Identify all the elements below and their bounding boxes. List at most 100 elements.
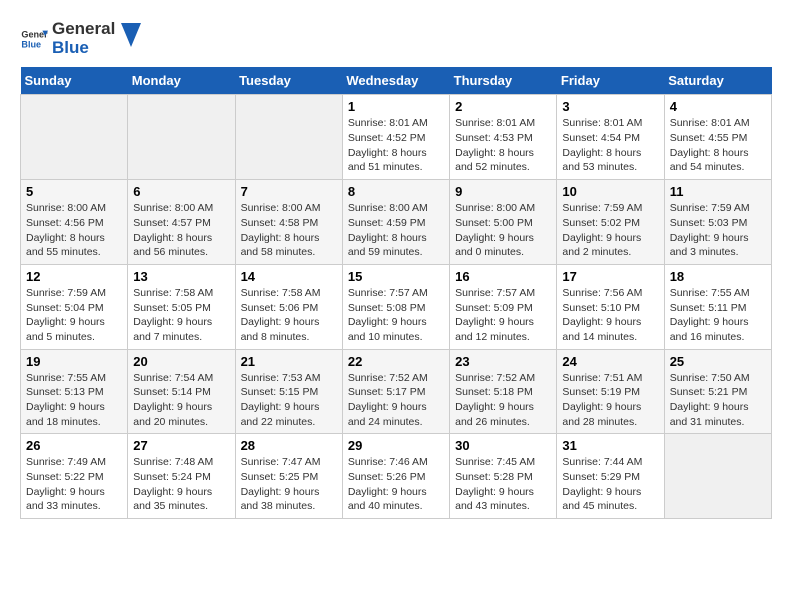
day-info: Sunrise: 7:54 AM Sunset: 5:14 PM Dayligh… [133, 371, 229, 430]
day-number: 4 [670, 99, 766, 114]
day-number: 1 [348, 99, 444, 114]
day-header-friday: Friday [557, 67, 664, 95]
logo: General Blue General Blue [20, 20, 141, 57]
day-header-monday: Monday [128, 67, 235, 95]
day-info: Sunrise: 7:52 AM Sunset: 5:18 PM Dayligh… [455, 371, 551, 430]
day-number: 17 [562, 269, 658, 284]
day-info: Sunrise: 7:57 AM Sunset: 5:08 PM Dayligh… [348, 286, 444, 345]
logo-general-text: General [52, 20, 115, 39]
calendar-cell: 5 Sunrise: 8:00 AM Sunset: 4:56 PM Daylig… [21, 180, 128, 265]
day-number: 12 [26, 269, 122, 284]
day-number: 27 [133, 438, 229, 453]
day-number: 29 [348, 438, 444, 453]
calendar-cell: 4 Sunrise: 8:01 AM Sunset: 4:55 PM Daylig… [664, 95, 771, 180]
day-info: Sunrise: 8:00 AM Sunset: 4:57 PM Dayligh… [133, 201, 229, 260]
day-number: 25 [670, 354, 766, 369]
calendar-table: SundayMondayTuesdayWednesdayThursdayFrid… [20, 67, 772, 519]
calendar-header: SundayMondayTuesdayWednesdayThursdayFrid… [21, 67, 772, 95]
day-info: Sunrise: 7:44 AM Sunset: 5:29 PM Dayligh… [562, 455, 658, 514]
day-number: 30 [455, 438, 551, 453]
week-row-1: 1 Sunrise: 8:01 AM Sunset: 4:52 PM Daylig… [21, 95, 772, 180]
day-header-sunday: Sunday [21, 67, 128, 95]
calendar-cell: 12 Sunrise: 7:59 AM Sunset: 5:04 PM Dayli… [21, 264, 128, 349]
day-number: 24 [562, 354, 658, 369]
day-info: Sunrise: 7:51 AM Sunset: 5:19 PM Dayligh… [562, 371, 658, 430]
day-number: 2 [455, 99, 551, 114]
week-row-2: 5 Sunrise: 8:00 AM Sunset: 4:56 PM Daylig… [21, 180, 772, 265]
calendar-cell: 21Sunrise: 7:53 AM Sunset: 5:15 PM Dayli… [235, 349, 342, 434]
calendar-cell: 7 Sunrise: 8:00 AM Sunset: 4:58 PM Daylig… [235, 180, 342, 265]
day-number: 26 [26, 438, 122, 453]
day-number: 7 [241, 184, 337, 199]
logo-icon: General Blue [20, 25, 48, 53]
calendar-cell: 9Sunrise: 8:00 AM Sunset: 5:00 PM Daylig… [450, 180, 557, 265]
calendar-cell [128, 95, 235, 180]
calendar-cell: 1 Sunrise: 8:01 AM Sunset: 4:52 PM Daylig… [342, 95, 449, 180]
day-info: Sunrise: 7:58 AM Sunset: 5:05 PM Dayligh… [133, 286, 229, 345]
calendar-body: 1 Sunrise: 8:01 AM Sunset: 4:52 PM Daylig… [21, 95, 772, 519]
day-info: Sunrise: 8:01 AM Sunset: 4:52 PM Dayligh… [348, 116, 444, 175]
day-info: Sunrise: 7:49 AM Sunset: 5:22 PM Dayligh… [26, 455, 122, 514]
day-header-wednesday: Wednesday [342, 67, 449, 95]
week-row-3: 12 Sunrise: 7:59 AM Sunset: 5:04 PM Dayli… [21, 264, 772, 349]
day-number: 21 [241, 354, 337, 369]
day-header-saturday: Saturday [664, 67, 771, 95]
calendar-cell: 10Sunrise: 7:59 AM Sunset: 5:02 PM Dayli… [557, 180, 664, 265]
day-number: 19 [26, 354, 122, 369]
calendar-cell: 2 Sunrise: 8:01 AM Sunset: 4:53 PM Daylig… [450, 95, 557, 180]
logo-blue-text: Blue [52, 39, 115, 58]
calendar-cell: 15 Sunrise: 7:57 AM Sunset: 5:08 PM Dayli… [342, 264, 449, 349]
calendar-cell: 13 Sunrise: 7:58 AM Sunset: 5:05 PM Dayli… [128, 264, 235, 349]
day-number: 15 [348, 269, 444, 284]
day-info: Sunrise: 7:52 AM Sunset: 5:17 PM Dayligh… [348, 371, 444, 430]
calendar-cell: 23 Sunrise: 7:52 AM Sunset: 5:18 PM Dayli… [450, 349, 557, 434]
day-info: Sunrise: 8:00 AM Sunset: 4:58 PM Dayligh… [241, 201, 337, 260]
week-row-4: 19 Sunrise: 7:55 AM Sunset: 5:13 PM Dayli… [21, 349, 772, 434]
day-info: Sunrise: 7:47 AM Sunset: 5:25 PM Dayligh… [241, 455, 337, 514]
calendar-cell: 18Sunrise: 7:55 AM Sunset: 5:11 PM Dayli… [664, 264, 771, 349]
day-number: 3 [562, 99, 658, 114]
days-of-week-row: SundayMondayTuesdayWednesdayThursdayFrid… [21, 67, 772, 95]
calendar-cell: 20Sunrise: 7:54 AM Sunset: 5:14 PM Dayli… [128, 349, 235, 434]
day-number: 11 [670, 184, 766, 199]
header: General Blue General Blue [20, 20, 772, 57]
day-number: 22 [348, 354, 444, 369]
day-header-thursday: Thursday [450, 67, 557, 95]
calendar-cell: 31Sunrise: 7:44 AM Sunset: 5:29 PM Dayli… [557, 434, 664, 519]
day-info: Sunrise: 7:46 AM Sunset: 5:26 PM Dayligh… [348, 455, 444, 514]
calendar-cell [21, 95, 128, 180]
calendar-cell: 29 Sunrise: 7:46 AM Sunset: 5:26 PM Dayli… [342, 434, 449, 519]
calendar-cell: 28Sunrise: 7:47 AM Sunset: 5:25 PM Dayli… [235, 434, 342, 519]
day-number: 23 [455, 354, 551, 369]
calendar-cell: 16Sunrise: 7:57 AM Sunset: 5:09 PM Dayli… [450, 264, 557, 349]
calendar-cell: 8 Sunrise: 8:00 AM Sunset: 4:59 PM Daylig… [342, 180, 449, 265]
day-info: Sunrise: 7:55 AM Sunset: 5:13 PM Dayligh… [26, 371, 122, 430]
day-number: 14 [241, 269, 337, 284]
calendar-cell: 17 Sunrise: 7:56 AM Sunset: 5:10 PM Dayli… [557, 264, 664, 349]
calendar-cell: 25 Sunrise: 7:50 AM Sunset: 5:21 PM Dayli… [664, 349, 771, 434]
day-number: 13 [133, 269, 229, 284]
day-info: Sunrise: 7:55 AM Sunset: 5:11 PM Dayligh… [670, 286, 766, 345]
calendar-cell: 30 Sunrise: 7:45 AM Sunset: 5:28 PM Dayli… [450, 434, 557, 519]
logo-arrow-icon [121, 23, 141, 47]
calendar-cell: 24 Sunrise: 7:51 AM Sunset: 5:19 PM Dayli… [557, 349, 664, 434]
day-header-tuesday: Tuesday [235, 67, 342, 95]
day-number: 6 [133, 184, 229, 199]
day-info: Sunrise: 7:48 AM Sunset: 5:24 PM Dayligh… [133, 455, 229, 514]
day-number: 8 [348, 184, 444, 199]
day-info: Sunrise: 7:56 AM Sunset: 5:10 PM Dayligh… [562, 286, 658, 345]
day-info: Sunrise: 7:57 AM Sunset: 5:09 PM Dayligh… [455, 286, 551, 345]
day-number: 5 [26, 184, 122, 199]
week-row-5: 26 Sunrise: 7:49 AM Sunset: 5:22 PM Dayli… [21, 434, 772, 519]
day-info: Sunrise: 7:50 AM Sunset: 5:21 PM Dayligh… [670, 371, 766, 430]
day-number: 10 [562, 184, 658, 199]
day-info: Sunrise: 8:01 AM Sunset: 4:55 PM Dayligh… [670, 116, 766, 175]
day-info: Sunrise: 8:00 AM Sunset: 4:59 PM Dayligh… [348, 201, 444, 260]
day-info: Sunrise: 8:01 AM Sunset: 4:53 PM Dayligh… [455, 116, 551, 175]
calendar-cell: 27 Sunrise: 7:48 AM Sunset: 5:24 PM Dayli… [128, 434, 235, 519]
day-info: Sunrise: 8:00 AM Sunset: 4:56 PM Dayligh… [26, 201, 122, 260]
day-info: Sunrise: 7:45 AM Sunset: 5:28 PM Dayligh… [455, 455, 551, 514]
day-number: 9 [455, 184, 551, 199]
day-info: Sunrise: 7:58 AM Sunset: 5:06 PM Dayligh… [241, 286, 337, 345]
day-info: Sunrise: 7:59 AM Sunset: 5:04 PM Dayligh… [26, 286, 122, 345]
